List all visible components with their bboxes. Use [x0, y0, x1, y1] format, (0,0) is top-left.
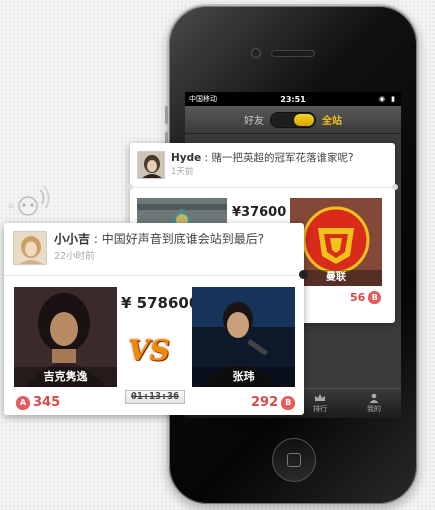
score-value: 56: [350, 291, 366, 304]
left-score: A 345: [16, 395, 60, 410]
time-ago: 22小时前: [54, 251, 95, 262]
bet-card-front[interactable]: 小小吉 : 中国好声音到底谁会站到最后? 22小时前 吉克隽逸 ¥ 578600…: [4, 223, 308, 415]
crown-icon: [315, 394, 325, 401]
bet-question[interactable]: 中国好声音到底谁会站到最后?: [102, 232, 264, 246]
money-bag-icon: B: [368, 291, 382, 304]
divider: [4, 275, 304, 276]
avatar[interactable]: [137, 151, 165, 179]
right-score: 56 B: [350, 291, 382, 304]
contestant-photo-left[interactable]: 吉克隽逸: [14, 287, 117, 387]
bet-amount: ¥37600: [232, 205, 287, 220]
divider-dot: [392, 184, 398, 190]
money-bag-icon: A: [16, 395, 30, 410]
home-square-icon: [287, 453, 301, 467]
status-time: 23:51: [280, 94, 306, 104]
right-score: 292 B: [251, 395, 296, 410]
money-bag-icon: B: [281, 395, 296, 410]
volume-button[interactable]: [165, 106, 168, 124]
divider: [130, 187, 395, 188]
tab-label: 我的: [367, 405, 381, 413]
divider-dot: [299, 270, 308, 279]
time-ago: 1天前: [171, 167, 194, 177]
status-bar: 中国移动 23:51 ◉ ▮: [185, 92, 401, 106]
tab-all[interactable]: 全站: [322, 112, 342, 127]
toggle-knob: [294, 113, 314, 126]
tab-mine[interactable]: 我的: [347, 389, 401, 418]
divider-dot: [127, 184, 133, 190]
score-value: 345: [33, 395, 61, 410]
separator-colon: :: [93, 232, 98, 246]
nav-bar: 好友 全站: [185, 106, 401, 134]
contestant-name: 张玮: [192, 367, 295, 387]
contestant-name: 吉克隽逸: [14, 367, 117, 387]
avatar[interactable]: [13, 231, 47, 265]
bet-amount: ¥ 578600: [121, 294, 200, 312]
home-button[interactable]: [272, 438, 316, 482]
countdown-timer: 01:13:36: [125, 390, 185, 404]
avatar-image: [138, 152, 164, 178]
doodle-face-icon: [8, 185, 50, 216]
vs-label: VS: [128, 334, 170, 367]
scope-toggle[interactable]: [270, 111, 316, 128]
separator-colon: :: [204, 152, 209, 164]
tab-friends[interactable]: 好友: [244, 112, 264, 127]
avatar-image: [14, 232, 46, 264]
user-name[interactable]: 小小吉: [54, 232, 90, 246]
bet-question[interactable]: 赌一把英超的冠军花落谁家呢?: [212, 152, 354, 164]
speaker-grille: [271, 50, 315, 57]
contestant-photo-right[interactable]: 张玮: [192, 287, 295, 387]
tab-label: 排行: [313, 405, 327, 413]
user-icon: [369, 393, 379, 403]
camera-icon: [251, 48, 261, 58]
user-name[interactable]: Hyde: [171, 152, 201, 164]
score-value: 292: [251, 395, 279, 410]
